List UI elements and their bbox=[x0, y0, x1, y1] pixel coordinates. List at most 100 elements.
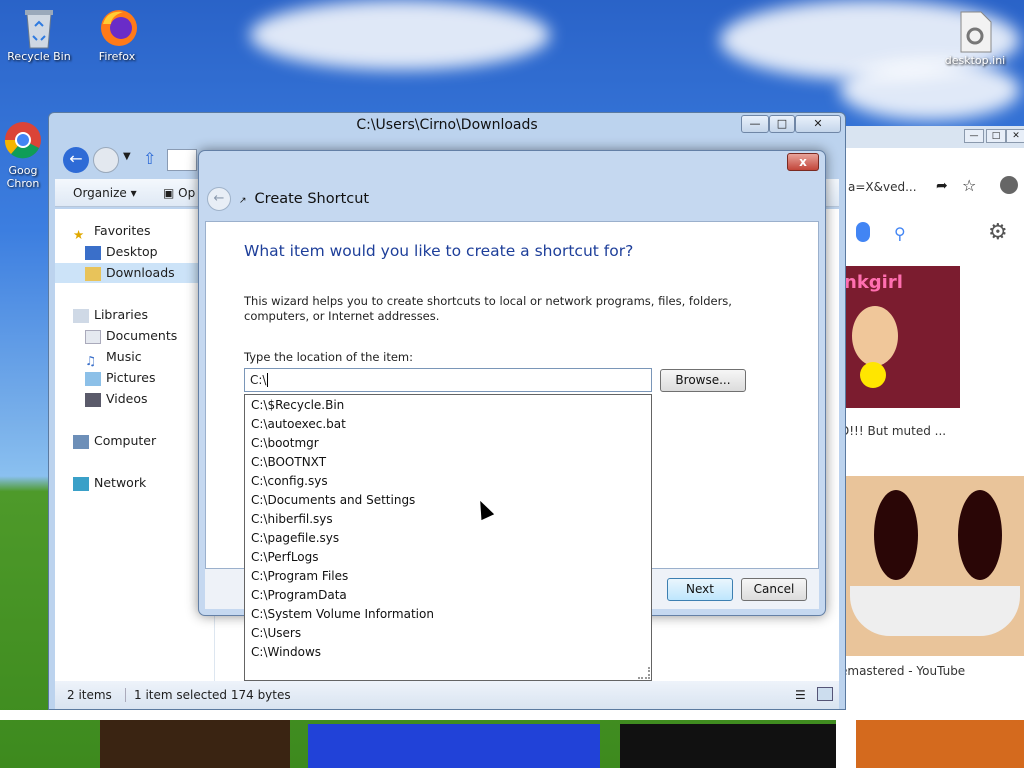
nav-favorites-label: Favorites bbox=[94, 223, 151, 238]
up-arrow-icon[interactable]: ⇧ bbox=[143, 149, 156, 168]
nav-documents[interactable]: Documents bbox=[85, 326, 177, 346]
close-icon[interactable]: ✕ bbox=[1006, 129, 1024, 143]
back-arrow-icon[interactable]: ← bbox=[207, 187, 231, 211]
documents-icon bbox=[85, 329, 101, 344]
organize-label: Organize bbox=[73, 186, 127, 200]
nav-music-label: Music bbox=[106, 349, 142, 364]
recycle-bin-desktop-icon[interactable]: Recycle Bin bbox=[4, 6, 74, 63]
thumbnail-3[interactable] bbox=[856, 720, 1024, 768]
dialog-close-button[interactable]: x bbox=[787, 153, 819, 171]
chrome-address-fragment[interactable]: a=X&ved... bbox=[848, 180, 938, 194]
result-2-caption[interactable]: emastered - YouTube bbox=[840, 664, 965, 678]
cloud bbox=[250, 0, 550, 70]
tiles-view-icon[interactable] bbox=[817, 687, 833, 701]
minimize-icon[interactable]: — bbox=[964, 129, 984, 143]
thumbnail-1[interactable]: nkgirl bbox=[840, 266, 960, 408]
status-item-count: 2 items bbox=[67, 688, 112, 702]
autocomplete-item[interactable]: C:\config.sys bbox=[245, 472, 651, 491]
autocomplete-item[interactable]: C:\autoexec.bat bbox=[245, 415, 651, 434]
chrome-label: Goog Chron bbox=[6, 164, 40, 190]
text-caret bbox=[267, 373, 269, 387]
autocomplete-item[interactable]: C:\PerfLogs bbox=[245, 548, 651, 567]
nav-libraries[interactable]: Libraries bbox=[73, 305, 148, 325]
nav-videos-label: Videos bbox=[106, 391, 148, 406]
result-1-caption[interactable]: D!!! But muted ... bbox=[840, 424, 946, 438]
minimize-button[interactable]: — bbox=[741, 115, 769, 133]
cartoon-mouth bbox=[850, 586, 1020, 636]
details-view-icon[interactable]: ☰ bbox=[795, 688, 806, 702]
firefox-label: Firefox bbox=[98, 50, 136, 63]
desktop-ini-label: desktop.ini bbox=[944, 54, 1006, 67]
autocomplete-item[interactable]: C:\Documents and Settings bbox=[245, 491, 651, 510]
back-icon[interactable]: ← bbox=[63, 147, 89, 173]
autocomplete-item[interactable]: C:\bootmgr bbox=[245, 434, 651, 453]
nav-music[interactable]: ♫ Music bbox=[85, 347, 142, 368]
wizard-question: What item would you like to create a sho… bbox=[244, 242, 634, 260]
autocomplete-list[interactable]: C:\$Recycle.Bin C:\autoexec.bat C:\bootmgr… bbox=[244, 394, 652, 681]
autocomplete-item[interactable]: C:\$Recycle.Bin bbox=[245, 396, 651, 415]
location-label: Type the location of the item: bbox=[244, 350, 414, 364]
desktop-ini-icon[interactable]: desktop.ini bbox=[940, 10, 1010, 67]
bookmark-star-icon[interactable]: ☆ bbox=[962, 176, 976, 195]
autocomplete-item[interactable]: C:\Program Files bbox=[245, 567, 651, 586]
star-icon: ★ bbox=[73, 226, 85, 242]
autocomplete-item[interactable]: C:\Windows bbox=[245, 643, 651, 662]
downloads-folder-icon bbox=[85, 266, 101, 281]
maximize-icon[interactable]: □ bbox=[986, 129, 1006, 143]
nav-network[interactable]: Network bbox=[73, 473, 146, 493]
autocomplete-item[interactable]: C:\Users bbox=[245, 624, 651, 643]
firefox-desktop-icon[interactable]: Firefox bbox=[82, 6, 152, 63]
chrome-gap bbox=[0, 710, 1024, 720]
share-icon[interactable]: ➦ bbox=[936, 178, 948, 194]
recycle-bin-icon bbox=[19, 6, 59, 49]
nav-documents-label: Documents bbox=[106, 328, 178, 343]
cancel-button[interactable]: Cancel bbox=[741, 578, 807, 601]
autocomplete-item[interactable]: C:\hiberfil.sys bbox=[245, 510, 651, 529]
autocomplete-item[interactable]: C:\System Volume Information bbox=[245, 605, 651, 624]
thumbnail-2[interactable] bbox=[840, 476, 1024, 656]
cartoon-eye-left bbox=[874, 490, 918, 580]
bottom-thumbnail-1[interactable] bbox=[100, 718, 290, 768]
libraries-icon bbox=[73, 308, 89, 323]
autocomplete-item[interactable]: C:\BOOTNXT bbox=[245, 453, 651, 472]
resize-grip-icon[interactable] bbox=[638, 667, 650, 679]
thumbnail-1-text: nkgirl bbox=[844, 272, 903, 293]
chrome-window[interactable]: — □ ✕ a=X&ved... ➦ ☆ ⚲ ⚙ nkgirl D!!! But… bbox=[836, 126, 1024, 768]
desktop-icon bbox=[85, 245, 101, 260]
bottom-thumbnail-3[interactable] bbox=[620, 724, 836, 768]
open-label: Op bbox=[178, 186, 196, 200]
cartoon-eye-right bbox=[958, 490, 1002, 580]
nav-downloads[interactable]: Downloads bbox=[55, 263, 205, 283]
chevron-down-icon[interactable]: ▼ bbox=[123, 151, 131, 162]
nav-computer[interactable]: Computer bbox=[73, 431, 156, 451]
bottom-thumbnail-2[interactable] bbox=[308, 724, 600, 768]
autocomplete-item[interactable]: C:\pagefile.sys bbox=[245, 529, 651, 548]
open-button[interactable]: ▣ Op bbox=[163, 186, 195, 200]
nav-pictures[interactable]: Pictures bbox=[85, 368, 156, 388]
browse-button[interactable]: Browse... bbox=[660, 369, 746, 392]
location-input[interactable]: C:\ bbox=[244, 368, 652, 392]
mic-icon[interactable] bbox=[856, 222, 870, 242]
nav-desktop[interactable]: Desktop bbox=[85, 242, 158, 262]
organize-button[interactable]: Organize ▾ bbox=[73, 186, 137, 200]
nav-pictures-label: Pictures bbox=[106, 370, 156, 385]
chrome-titlebar: — □ ✕ bbox=[836, 126, 1024, 148]
status-selection: 1 item selected 174 bytes bbox=[125, 688, 291, 702]
gear-icon[interactable]: ⚙ bbox=[988, 220, 1008, 245]
computer-icon bbox=[73, 434, 89, 449]
profile-icon[interactable] bbox=[1000, 176, 1018, 194]
videos-icon bbox=[85, 392, 101, 407]
next-button[interactable]: Next bbox=[667, 578, 733, 601]
address-bar[interactable] bbox=[167, 149, 197, 171]
nav-videos[interactable]: Videos bbox=[85, 389, 148, 409]
close-button[interactable]: ✕ bbox=[795, 115, 841, 133]
autocomplete-item[interactable]: C:\ProgramData bbox=[245, 586, 651, 605]
wizard-description: This wizard helps you to create shortcut… bbox=[244, 294, 732, 323]
nav-network-label: Network bbox=[94, 475, 147, 490]
nav-favorites[interactable]: ★ Favorites bbox=[73, 221, 151, 242]
search-icon[interactable]: ⚲ bbox=[894, 224, 906, 243]
dialog-title: Create Shortcut bbox=[254, 191, 370, 207]
maximize-button[interactable]: □ bbox=[769, 115, 795, 133]
forward-icon[interactable] bbox=[93, 147, 119, 173]
chrome-desktop-icon[interactable]: Goog Chron bbox=[0, 120, 48, 190]
